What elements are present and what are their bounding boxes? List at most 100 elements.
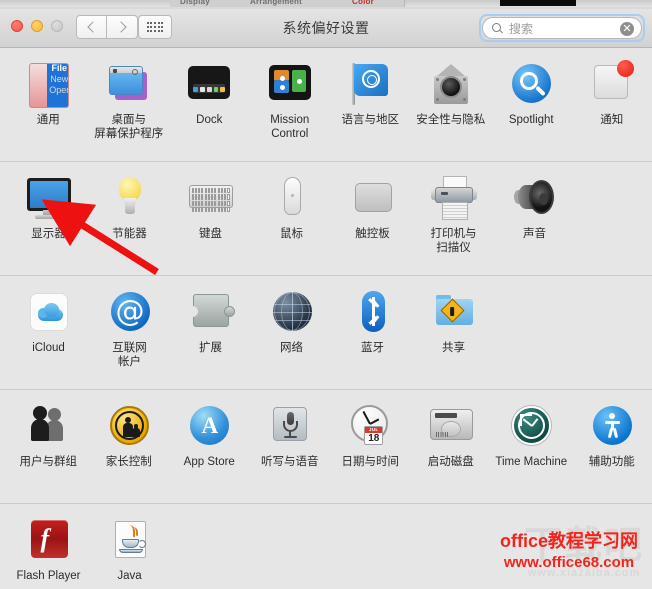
background-tab-label-display: Display xyxy=(180,0,210,6)
pref-pane-mission-control[interactable]: Mission Control xyxy=(250,60,331,141)
date-time-icon: JUL 18 xyxy=(346,402,394,450)
pref-pane-label: Java xyxy=(117,570,142,582)
pref-pane-spotlight[interactable]: Spotlight xyxy=(491,60,572,141)
watermark-red-line2: www.office68.com xyxy=(503,553,635,571)
pref-pane-trackpad[interactable]: 触控板 xyxy=(332,174,413,255)
icloud-icon xyxy=(25,288,73,336)
pref-pane-label: 家长控制 xyxy=(105,456,152,468)
sharing-icon xyxy=(430,288,478,336)
pref-pane-mouse[interactable]: 鼠标 xyxy=(251,174,332,255)
pref-pane-accessibility[interactable]: 辅助功能 xyxy=(572,402,652,469)
pref-pane-label: 启动磁盘 xyxy=(427,456,474,468)
energy-saver-icon xyxy=(106,174,154,222)
search-container: 搜索 ✕ xyxy=(479,14,645,42)
pref-pane-label: 节能器 xyxy=(112,228,147,240)
pref-pane-sound[interactable]: 声音 xyxy=(494,174,575,255)
pref-pane-label: Dock xyxy=(196,114,223,126)
bluetooth-icon xyxy=(349,288,397,336)
parental-controls-icon xyxy=(105,402,153,450)
spotlight-icon xyxy=(507,60,555,108)
pref-pane-label: 辅助功能 xyxy=(588,456,635,468)
pref-pane-network[interactable]: 网络 xyxy=(251,288,332,369)
pref-pane-internet-accounts[interactable]: @ 互联网 帐户 xyxy=(89,288,170,369)
general-icon: File New Open xyxy=(24,60,72,108)
language-region-icon xyxy=(346,60,394,108)
pref-pane-label: 共享 xyxy=(442,342,465,354)
displays-icon xyxy=(25,174,73,222)
network-icon xyxy=(268,288,316,336)
pref-pane-keyboard[interactable]: 键盘 xyxy=(170,174,251,255)
startup-disk-icon xyxy=(427,402,475,450)
pref-pane-label: 通用 xyxy=(36,114,60,126)
pref-pane-label: 网络 xyxy=(280,342,303,354)
pref-pane-label: 日期与时间 xyxy=(341,456,400,468)
pref-pane-app-store[interactable]: A App Store xyxy=(169,402,250,469)
dictation-speech-icon xyxy=(266,402,314,450)
pref-pane-label: 鼠标 xyxy=(280,228,303,240)
printers-scanners-icon xyxy=(430,174,478,222)
pref-pane-label: Mission Control xyxy=(270,114,310,140)
pref-pane-java[interactable]: Java xyxy=(89,516,170,583)
pref-pane-printers-scanners[interactable]: 打印机与 扫描仪 xyxy=(413,174,494,255)
pref-pane-bluetooth[interactable]: 蓝牙 xyxy=(332,288,413,369)
java-icon xyxy=(106,516,154,564)
pref-pane-sharing[interactable]: 共享 xyxy=(413,288,494,369)
extensions-icon xyxy=(186,288,235,336)
users-groups-icon xyxy=(24,402,72,450)
pane-row-personal: File New Open 通用 桌面与 屏幕保护程序 Dock Mission… xyxy=(0,48,652,162)
internet-accounts-icon: @ xyxy=(106,288,154,336)
pref-pane-label: 桌面与 屏幕保护程序 xyxy=(94,114,164,140)
notifications-icon xyxy=(588,60,636,108)
preference-panes-grid: File New Open 通用 桌面与 屏幕保护程序 Dock Mission… xyxy=(0,48,652,589)
watermark-red-line1: office教程学习网 xyxy=(499,531,638,552)
pref-pane-label: 蓝牙 xyxy=(361,342,384,354)
calendar-day: 18 xyxy=(368,433,380,444)
pref-pane-general[interactable]: File New Open 通用 xyxy=(8,60,89,141)
pref-pane-label: 键盘 xyxy=(199,228,222,240)
pref-pane-label: 安全性与隐私 xyxy=(416,114,486,126)
search-input[interactable]: 搜索 ✕ xyxy=(482,17,642,39)
pref-pane-time-machine[interactable]: Time Machine xyxy=(491,402,572,469)
pref-pane-energy-saver[interactable]: 节能器 xyxy=(89,174,170,255)
pref-pane-date-time[interactable]: JUL 18 日期与时间 xyxy=(330,402,411,469)
pref-pane-label: 互联网 帐户 xyxy=(112,342,147,368)
search-icon xyxy=(492,23,501,32)
pref-pane-displays[interactable]: 显示器 xyxy=(8,174,89,255)
pref-pane-parental-controls[interactable]: 家长控制 xyxy=(89,402,170,469)
flash-player-icon: f xyxy=(25,516,73,564)
sound-icon xyxy=(511,174,559,222)
pane-row-system: 用户与群组 家长控制 A App Store 听写与语音 JUL 18 日期与时… xyxy=(0,390,652,504)
pref-pane-flash-player[interactable]: f Flash Player xyxy=(8,516,89,583)
pref-pane-startup-disk[interactable]: 启动磁盘 xyxy=(411,402,492,469)
system-preferences-window: Display Arrangement Color 系统偏好设置 搜索 ✕ Fi… xyxy=(0,0,652,589)
pref-pane-label: 打印机与 扫描仪 xyxy=(430,228,477,254)
search-placeholder: 搜索 xyxy=(509,22,534,36)
background-window-strip: Display Arrangement Color xyxy=(0,0,652,9)
pref-pane-label: 用户与群组 xyxy=(19,456,78,468)
pref-pane-extensions[interactable]: 扩展 xyxy=(170,288,251,369)
pref-pane-label: Time Machine xyxy=(495,456,568,468)
pref-pane-notifications[interactable]: 通知 xyxy=(572,60,652,141)
app-store-icon: A xyxy=(185,402,233,450)
clear-search-icon[interactable]: ✕ xyxy=(620,22,634,36)
security-privacy-icon xyxy=(427,60,475,108)
background-window-black-area xyxy=(500,0,576,6)
watermark-red: office教程学习网 www.office68.com xyxy=(500,531,638,571)
pref-pane-label: 扩展 xyxy=(199,342,222,354)
mouse-icon xyxy=(268,174,316,222)
pref-pane-label: 通知 xyxy=(600,114,624,126)
keyboard-icon xyxy=(187,174,235,222)
dock-icon xyxy=(185,60,233,108)
pref-pane-dock[interactable]: Dock xyxy=(169,60,250,141)
pref-pane-desktop-screensaver[interactable]: 桌面与 屏幕保护程序 xyxy=(89,60,170,141)
pref-pane-users-groups[interactable]: 用户与群组 xyxy=(8,402,89,469)
pref-pane-label: 声音 xyxy=(523,228,546,240)
pref-pane-label: 显示器 xyxy=(31,228,66,240)
pref-pane-label: iCloud xyxy=(32,342,65,354)
pref-pane-security-privacy[interactable]: 安全性与隐私 xyxy=(411,60,492,141)
pref-pane-language-region[interactable]: 语言与地区 xyxy=(330,60,411,141)
pref-pane-icloud[interactable]: iCloud xyxy=(8,288,89,369)
desktop-screensaver-icon xyxy=(105,60,153,108)
pref-pane-dictation-speech[interactable]: 听写与语音 xyxy=(250,402,331,469)
accessibility-icon xyxy=(588,402,636,450)
